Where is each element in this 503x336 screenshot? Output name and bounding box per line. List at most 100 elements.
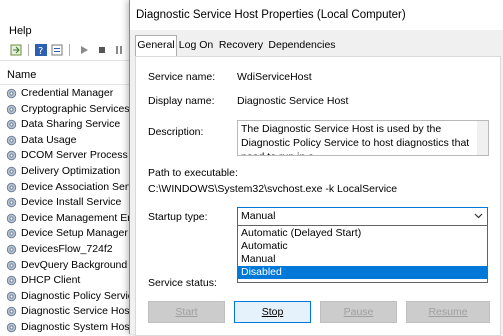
service-list-item-label: Delivery Optimization xyxy=(21,165,121,177)
gear-icon xyxy=(6,306,17,317)
service-list-item[interactable]: DevicesFlow_724f2 xyxy=(0,242,134,258)
service-list-item[interactable]: Device Association Servic xyxy=(0,180,134,196)
path-value: C:\WINDOWS\System32\svchost.exe -k Local… xyxy=(148,183,398,195)
pause-button[interactable]: Pause xyxy=(320,301,397,323)
properties-icon[interactable] xyxy=(51,44,63,56)
service-name-value: WdiServiceHost xyxy=(237,71,312,83)
startup-type-dropdown: Automatic (Delayed Start) Automatic Manu… xyxy=(237,225,488,283)
stop-button-label: Stop xyxy=(261,306,284,318)
startup-option-label: Automatic xyxy=(241,240,288,252)
service-list-item[interactable]: Credential Manager xyxy=(0,86,134,102)
gear-icon xyxy=(6,275,17,286)
display-name-value: Diagnostic Service Host xyxy=(237,95,349,107)
service-name-label: Service name: xyxy=(148,71,216,83)
service-list-item-label: Diagnostic System Host xyxy=(21,321,133,333)
gear-icon xyxy=(6,291,17,302)
gear-icon xyxy=(6,322,17,333)
menu-help[interactable]: Help xyxy=(9,25,32,37)
export-list-icon[interactable] xyxy=(10,44,22,56)
service-list-item-label: DHCP Client xyxy=(21,274,81,287)
tab-log-on[interactable]: Log On xyxy=(176,36,216,55)
start-button-label: Start xyxy=(175,306,198,318)
toolbar-separator xyxy=(28,44,29,56)
gear-icon xyxy=(6,88,17,99)
svg-text:?: ? xyxy=(38,46,43,56)
tab-dependencies[interactable]: Dependencies xyxy=(266,36,338,55)
service-list-item-label: Device Install Service xyxy=(21,196,122,209)
help-icon[interactable]: ? xyxy=(35,44,47,56)
start-button[interactable]: Start xyxy=(148,301,225,323)
service-list-item[interactable]: DHCP Client xyxy=(0,273,134,289)
gear-icon xyxy=(6,150,17,161)
stop-button[interactable]: Stop xyxy=(234,301,311,323)
service-list-item[interactable]: Diagnostic Policy Service xyxy=(0,289,134,305)
service-list-item-label: Device Association Servic xyxy=(21,180,134,193)
startup-option-label: Automatic (Delayed Start) xyxy=(241,227,362,239)
path-label: Path to executable: xyxy=(148,167,238,179)
gear-icon xyxy=(6,213,17,224)
service-list-item[interactable]: Device Setup Manager xyxy=(0,226,134,242)
service-status-label: Service status: xyxy=(148,277,217,289)
menu-bar: Help xyxy=(0,24,134,40)
properties-dialog: Diagnostic Service Host Properties (Loca… xyxy=(129,0,503,336)
startup-option[interactable]: Automatic xyxy=(238,240,487,253)
gear-icon xyxy=(6,260,17,271)
service-list-item-label: DCOM Server Process Lau xyxy=(21,149,134,162)
play-icon[interactable] xyxy=(78,44,90,56)
service-list-item-label: DevQuery Background Di xyxy=(21,258,134,271)
service-list-item[interactable]: DevQuery Background Di xyxy=(0,258,134,274)
service-list-item-label: Credential Manager xyxy=(21,87,114,99)
description-label: Description: xyxy=(148,126,204,138)
startup-type-value: Manual xyxy=(241,210,276,222)
general-tab-panel: Service name: WdiServiceHost Display nam… xyxy=(135,56,501,336)
service-list-item-label: Data Sharing Service xyxy=(21,118,121,131)
gear-icon xyxy=(6,104,17,115)
gear-icon xyxy=(6,182,17,193)
description-scrollbar[interactable] xyxy=(477,121,488,155)
description-box[interactable]: The Diagnostic Service Host is used by t… xyxy=(237,120,489,156)
toolbar: ? xyxy=(0,40,134,61)
gear-icon xyxy=(6,135,17,146)
startup-option[interactable]: Automatic (Delayed Start) xyxy=(238,227,487,240)
stop-icon[interactable] xyxy=(96,44,108,56)
service-list-item[interactable]: Delivery Optimization xyxy=(0,164,134,180)
service-list-item[interactable]: Diagnostic Service Host xyxy=(0,304,134,320)
resume-button-label: Resume xyxy=(428,306,468,318)
gear-icon xyxy=(6,166,17,177)
service-list-item-label: Diagnostic Service Host xyxy=(21,305,133,318)
dialog-title-bar[interactable]: Diagnostic Service Host Properties (Loca… xyxy=(130,0,503,30)
pause-icon[interactable] xyxy=(113,44,125,56)
gear-icon xyxy=(6,197,17,208)
service-list-item-label: Diagnostic Policy Service xyxy=(21,289,134,302)
startup-type-select[interactable]: Manual xyxy=(237,207,488,226)
resume-button[interactable]: Resume xyxy=(406,301,490,323)
tab-general[interactable]: General xyxy=(135,35,177,56)
service-list-item-label: Cryptographic Services xyxy=(21,102,130,115)
chevron-down-icon xyxy=(474,213,483,219)
service-list-item[interactable]: DCOM Server Process Lau xyxy=(0,148,134,164)
startup-option[interactable]: Manual xyxy=(238,253,487,266)
service-list-item[interactable]: Data Usage xyxy=(0,133,134,149)
startup-type-label: Startup type: xyxy=(148,211,208,223)
service-list-item[interactable]: Cryptographic Services xyxy=(0,102,134,118)
description-text: The Diagnostic Service Host is used by t… xyxy=(241,123,470,155)
startup-option-highlighted[interactable]: Disabled xyxy=(238,266,487,279)
startup-option-label: Manual xyxy=(241,253,276,265)
service-list-item-label: Device Management Enro xyxy=(21,211,134,224)
service-list-item[interactable]: Device Install Service xyxy=(0,195,134,211)
display-name-label: Display name: xyxy=(148,95,215,107)
service-list-item-label: DevicesFlow_724f2 xyxy=(21,243,113,255)
tab-recovery[interactable]: Recovery xyxy=(217,36,265,55)
service-list-item[interactable]: Device Management Enro xyxy=(0,211,134,227)
name-column-header[interactable]: Name xyxy=(0,66,134,85)
gear-icon xyxy=(6,244,17,255)
service-list-item-label: Device Setup Manager xyxy=(21,227,128,240)
gear-icon xyxy=(6,228,17,239)
service-list-item-label: Data Usage xyxy=(21,133,77,146)
toolbar-separator xyxy=(69,44,70,56)
startup-option-label: Disabled xyxy=(241,266,282,278)
gear-icon xyxy=(6,119,17,130)
name-column-label: Name xyxy=(7,69,37,81)
service-list-item[interactable]: Data Sharing Service xyxy=(0,117,134,133)
dialog-title: Diagnostic Service Host Properties (Loca… xyxy=(136,9,406,21)
